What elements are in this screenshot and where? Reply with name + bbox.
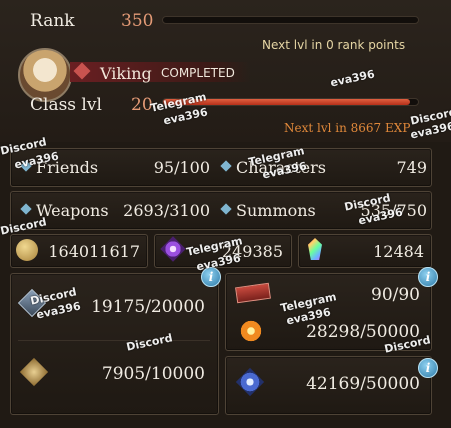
class-progress-fill bbox=[163, 99, 411, 105]
stock-left-divider bbox=[18, 340, 210, 341]
friends-value: 95/100 bbox=[153, 158, 210, 177]
class-progress-bar bbox=[162, 98, 419, 106]
class-next-level-note: Next lvl in 8667 EXP bbox=[284, 121, 411, 135]
job-name: Viking bbox=[100, 64, 152, 83]
rank-value: 350 bbox=[121, 11, 154, 31]
rank-label: Rank bbox=[30, 11, 75, 31]
stock-left-top-value: 19175/20000 bbox=[91, 297, 205, 317]
rank-progress-bar bbox=[162, 16, 419, 24]
info-icon[interactable]: i bbox=[201, 267, 221, 287]
summons-label[interactable]: Summons bbox=[236, 201, 316, 220]
info-icon[interactable]: i bbox=[418, 358, 438, 378]
job-status: COMPLETED bbox=[161, 66, 235, 80]
characters-label[interactable]: Characters bbox=[236, 158, 326, 177]
burst-icon bbox=[238, 318, 264, 344]
stock-right-bottom-value: 42169/50000 bbox=[306, 374, 420, 394]
friends-label[interactable]: Friends bbox=[36, 158, 98, 177]
stock-left-bottom-value: 7905/10000 bbox=[101, 364, 205, 384]
weapons-label[interactable]: Weapons bbox=[36, 201, 109, 220]
avatar[interactable] bbox=[18, 48, 72, 102]
info-icon[interactable]: i bbox=[418, 267, 438, 287]
weapons-value: 2693/3100 bbox=[123, 201, 210, 220]
rupie-coin-icon bbox=[16, 239, 38, 261]
summons-value: 535/750 bbox=[360, 201, 427, 220]
stock-left-panel bbox=[10, 273, 219, 415]
stock-right-mid-value: 28298/50000 bbox=[306, 322, 420, 342]
characters-value: 749 bbox=[396, 158, 427, 177]
class-level-label: Class lvl bbox=[30, 95, 102, 115]
rank-next-level-note: Next lvl in 0 rank points bbox=[262, 38, 406, 52]
stock-right-top-value: 90/90 bbox=[371, 285, 420, 305]
crystals-value: 249385 bbox=[221, 242, 283, 261]
rupies-value: 164011617 bbox=[48, 242, 140, 261]
class-level-value: 20 bbox=[131, 95, 153, 115]
jewels-value: 12484 bbox=[373, 242, 424, 261]
